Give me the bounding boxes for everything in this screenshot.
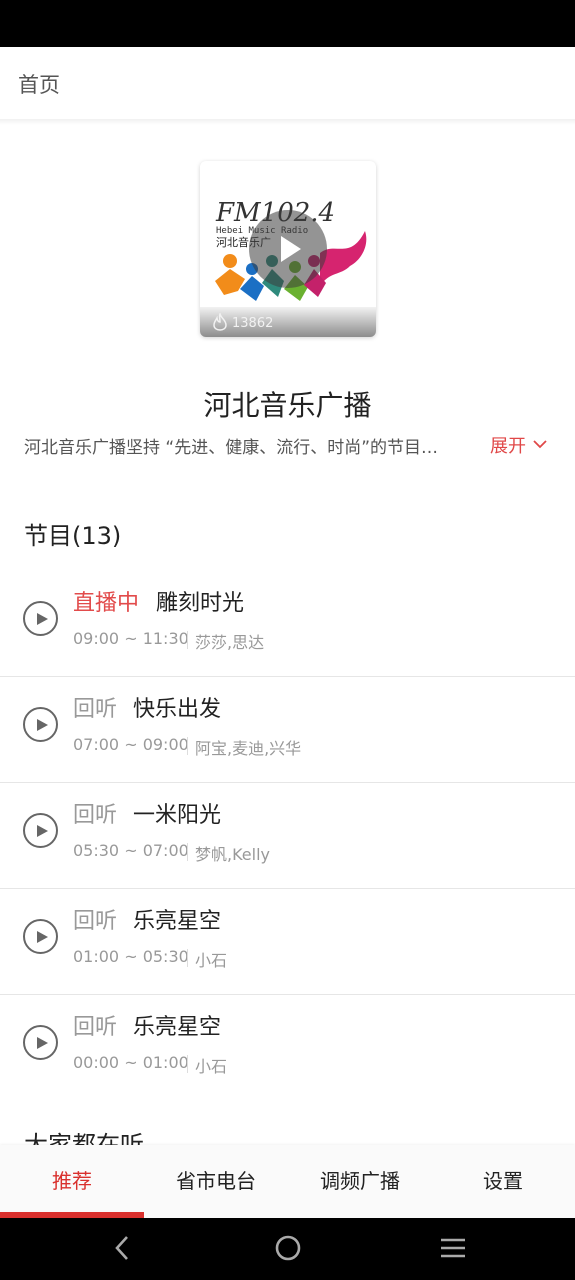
play-icon bbox=[37, 825, 48, 837]
program-hosts: 梦帆,Kelly bbox=[195, 845, 270, 864]
program-row[interactable]: 回听 乐亮星空 01:00 ~ 05:30 小石 bbox=[0, 889, 575, 995]
nav-divider bbox=[0, 119, 575, 125]
program-hosts: 小石 bbox=[195, 951, 228, 970]
programs-section-title: 节目(13) bbox=[24, 522, 122, 550]
program-row[interactable]: 直播中 雕刻时光 09:00 ~ 11:30 莎莎,思达 bbox=[0, 571, 575, 677]
program-separator bbox=[187, 949, 188, 967]
program-time: 05:30 ~ 07:00 bbox=[73, 841, 189, 860]
tab-recommend[interactable]: 推荐 bbox=[0, 1145, 144, 1218]
program-row[interactable]: 回听 乐亮星空 00:00 ~ 01:00 小石 bbox=[0, 995, 575, 1101]
chevron-down-icon bbox=[533, 440, 547, 449]
fire-icon bbox=[213, 313, 227, 331]
program-time: 01:00 ~ 05:30 bbox=[73, 947, 189, 966]
cover-play-button[interactable] bbox=[249, 210, 327, 288]
back-triangle-icon[interactable] bbox=[112, 1234, 132, 1262]
tab-settings[interactable]: 设置 bbox=[431, 1145, 575, 1218]
program-status: 直播中 bbox=[73, 591, 140, 616]
program-hosts: 小石 bbox=[195, 1057, 228, 1076]
program-play-button[interactable] bbox=[23, 813, 58, 848]
program-name: 乐亮星空 bbox=[133, 909, 222, 934]
program-time: 09:00 ~ 11:30 bbox=[73, 629, 189, 648]
program-status: 回听 bbox=[73, 803, 118, 828]
program-time: 00:00 ~ 01:00 bbox=[73, 1053, 189, 1072]
station-cover[interactable]: FM102.4 Hebei Music Radio 河北音乐广 13862 bbox=[200, 161, 376, 337]
program-status: 回听 bbox=[73, 697, 118, 722]
tab-city-stations[interactable]: 省市电台 bbox=[144, 1145, 288, 1218]
program-separator bbox=[187, 631, 188, 649]
play-icon bbox=[37, 613, 48, 625]
program-status: 回听 bbox=[73, 1015, 118, 1040]
program-name: 一米阳光 bbox=[133, 803, 222, 828]
station-name: 河北音乐广播 bbox=[203, 389, 372, 422]
program-time: 07:00 ~ 09:00 bbox=[73, 735, 189, 754]
program-name: 快乐出发 bbox=[133, 697, 222, 722]
program-separator bbox=[187, 1055, 188, 1073]
expand-button[interactable]: 展开 bbox=[490, 432, 547, 458]
status-bar bbox=[0, 0, 575, 47]
bottom-tab-bar: 推荐 省市电台 调频广播 设置 bbox=[0, 1145, 575, 1218]
listen-count: 13862 bbox=[232, 316, 274, 331]
play-icon bbox=[281, 236, 301, 262]
program-hosts: 阿宝,麦迪,兴华 bbox=[195, 739, 302, 758]
program-play-button[interactable] bbox=[23, 1025, 58, 1060]
system-navigation-bar bbox=[0, 1218, 575, 1280]
program-play-button[interactable] bbox=[23, 601, 58, 636]
program-separator bbox=[187, 843, 188, 861]
program-hosts: 莎莎,思达 bbox=[195, 633, 265, 652]
expand-label: 展开 bbox=[490, 436, 526, 457]
tab-fm-broadcast[interactable]: 调频广播 bbox=[288, 1145, 432, 1218]
top-nav: 首页 bbox=[0, 47, 575, 119]
play-icon bbox=[37, 1037, 48, 1049]
program-name: 雕刻时光 bbox=[156, 591, 245, 616]
home-circle-icon[interactable] bbox=[274, 1234, 302, 1262]
play-icon bbox=[37, 719, 48, 731]
program-row[interactable]: 回听 一米阳光 05:30 ~ 07:00 梦帆,Kelly bbox=[0, 783, 575, 889]
program-play-button[interactable] bbox=[23, 919, 58, 954]
program-row[interactable]: 回听 快乐出发 07:00 ~ 09:00 阿宝,麦迪,兴华 bbox=[0, 677, 575, 783]
menu-lines-icon[interactable] bbox=[439, 1234, 467, 1262]
station-description: 河北音乐广播坚持 “先进、健康、流行、时尚”的节目… bbox=[24, 438, 439, 458]
program-name: 乐亮星空 bbox=[133, 1015, 222, 1040]
program-separator bbox=[187, 737, 188, 755]
page-title: 首页 bbox=[18, 73, 60, 97]
program-status: 回听 bbox=[73, 909, 118, 934]
play-icon bbox=[37, 931, 48, 943]
program-play-button[interactable] bbox=[23, 707, 58, 742]
